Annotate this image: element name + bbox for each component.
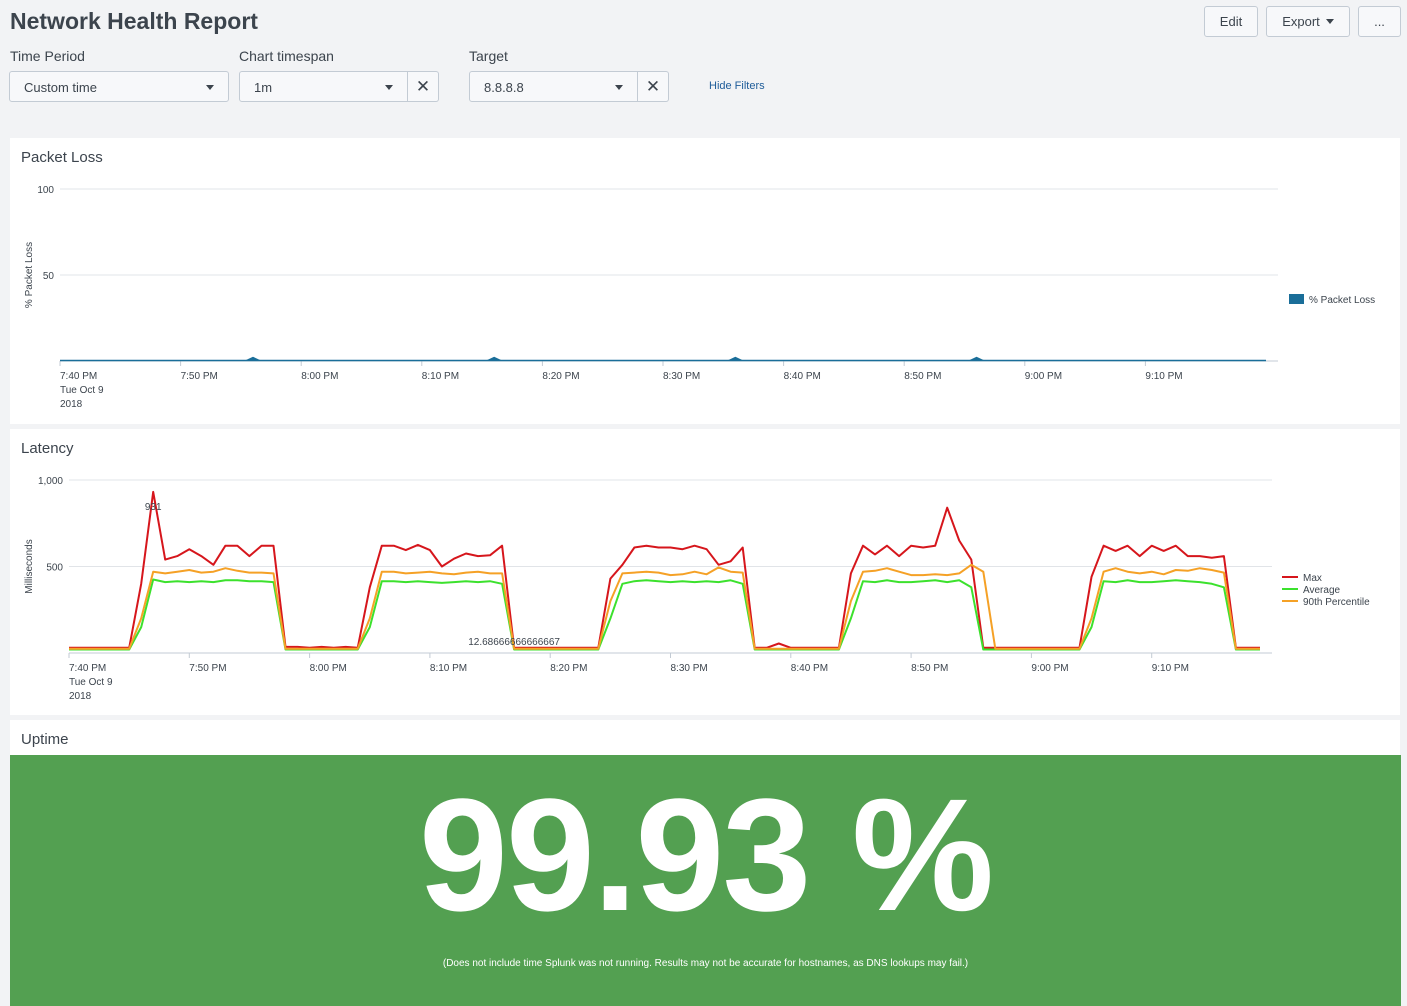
x-tick-label: 8:50 PM [904,371,941,382]
legend-label: Max [1303,573,1322,584]
chevron-down-icon [615,85,623,90]
packet-loss-spike [244,356,261,361]
x-tick-label: 9:00 PM [1031,663,1068,674]
x-tick-label: 2018 [69,691,92,702]
chevron-down-icon [385,85,393,90]
x-tick-label: 8:00 PM [301,371,338,382]
y-tick-label: 500 [46,563,63,574]
annotation-max-label: 931 [145,502,162,513]
uptime-value: 99.93 % [418,765,994,944]
x-tick-label: 8:20 PM [550,663,587,674]
chart-timespan-label: Chart timespan [239,48,334,64]
x-tick-label: 8:10 PM [422,371,459,382]
x-tick-label: 7:50 PM [189,663,226,674]
close-icon: ✕ [415,76,431,96]
y-tick-label: 100 [37,185,54,196]
x-tick-label: 9:10 PM [1152,663,1189,674]
annotation-min-label: 12.68666666666667 [468,637,560,648]
y-tick-label: 50 [43,271,55,282]
uptime-note: (Does not include time Splunk was not ru… [442,958,969,969]
target-select[interactable]: 8.8.8.8 [469,71,638,102]
x-tick-label: 8:00 PM [310,663,347,674]
page-title: Network Health Report [10,8,258,34]
time-period-label: Time Period [10,48,85,64]
time-period-value: Custom time [24,80,97,95]
x-tick-label: 8:40 PM [791,663,828,674]
packet-loss-spike [727,356,744,361]
legend-swatch [1289,294,1304,304]
legend-label: Average [1303,585,1341,596]
x-tick-label: 9:00 PM [1025,371,1062,382]
packet-loss-panel: Packet Loss 100 50% Packet Loss 7:40 PM Tue… [10,138,1400,424]
latency-panel: Latency 1,000 500 Milliseconds 7:40 PM Tue O… [10,429,1400,715]
chevron-down-icon [1325,19,1334,24]
x-tick-label: Tue Oct 9 [60,385,104,396]
latency-chart: 1,000 500 Milliseconds 7:40 PM Tue Oct 9 2018… [24,476,1370,702]
y-axis-title: % Packet Loss [24,242,35,308]
more-actions-button[interactable]: ... [1358,6,1401,37]
packet-loss-chart: 100 50 % Packet Loss 7:40 PM Tue Oct 9 2018 7:… [24,185,1375,410]
x-tick-label: 8:10 PM [430,663,467,674]
uptime-title: Uptime [21,731,69,748]
uptime-panel: Uptime [10,720,1400,755]
chevron-down-icon [206,85,214,90]
x-tick-label: 2018 [60,399,83,410]
x-tick-label: 8:50 PM [911,663,948,674]
y-tick-label: 1,000 [38,476,63,487]
x-tick-label: 8:30 PM [671,663,708,674]
uptime-single-value: 99.93 % (Does not include time Splunk wa… [10,755,1401,1006]
x-tick-label: 9:10 PM [1145,371,1182,382]
clear-timespan-button[interactable]: ✕ [408,71,439,102]
clear-target-button[interactable]: ✕ [638,71,669,102]
target-label: Target [469,48,508,64]
latency-series-max [69,490,1260,649]
x-tick-label: 7:50 PM [181,371,218,382]
x-tick-label: 7:40 PM [60,371,97,382]
x-tick-label: 7:40 PM [69,663,106,674]
time-period-select[interactable]: Custom time [9,71,229,102]
target-value: 8.8.8.8 [484,80,524,95]
close-icon: ✕ [645,76,661,96]
chart-timespan-select[interactable]: 1m [239,71,408,102]
hide-filters-link[interactable]: Hide Filters [709,80,765,92]
y-axis-title: Milliseconds [24,539,35,593]
packet-loss-spike [486,356,503,361]
packet-loss-spike [968,356,985,361]
x-tick-label: Tue Oct 9 [69,677,113,688]
x-tick-label: 8:20 PM [542,371,579,382]
edit-button[interactable]: Edit [1204,6,1258,37]
x-tick-label: 8:30 PM [663,371,700,382]
legend-label: 90th Percentile [1303,597,1370,608]
export-button[interactable]: Export [1266,6,1350,37]
chart-timespan-value: 1m [254,80,273,95]
x-tick-label: 8:40 PM [784,371,821,382]
export-button-label: Export [1282,14,1320,29]
legend-label: % Packet Loss [1309,295,1375,306]
